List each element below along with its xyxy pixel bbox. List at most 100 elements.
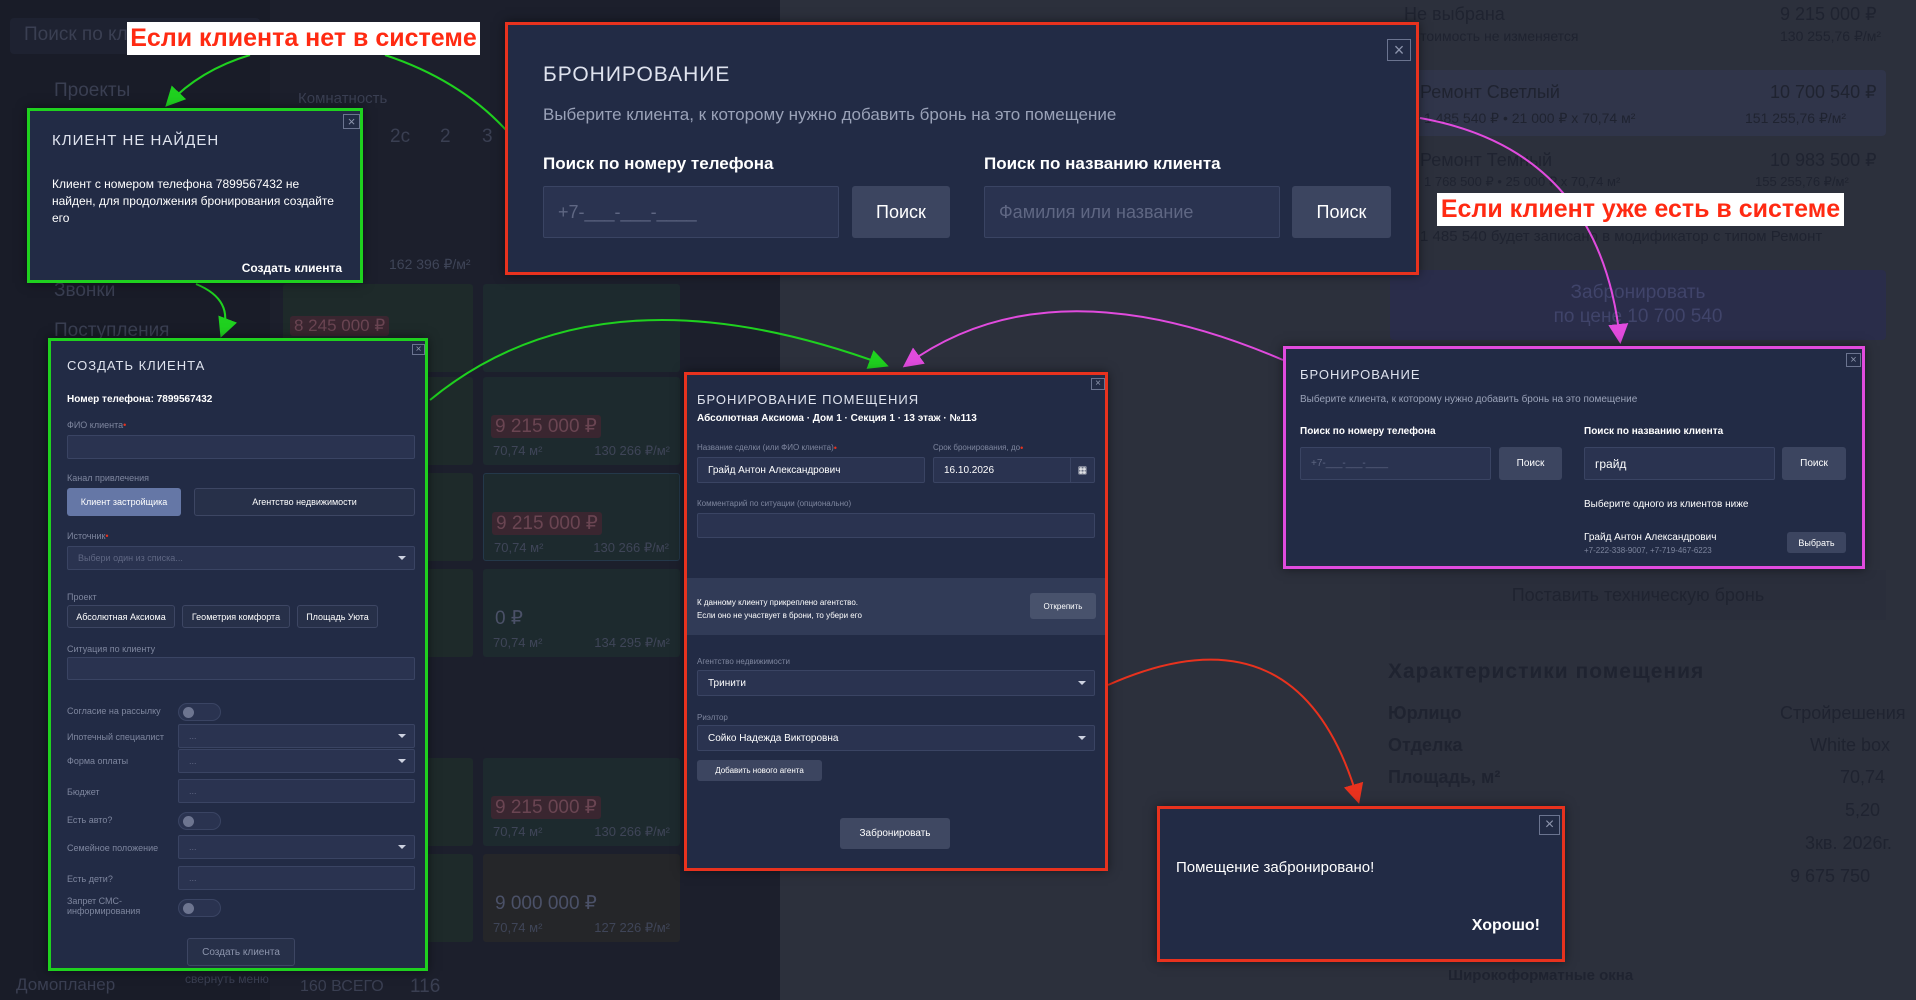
finish-sub: Стоимость не изменяется xyxy=(1410,28,1579,44)
total-count: 160 ВСЕГО xyxy=(300,978,384,995)
project-chip[interactable]: Геометрия комфорта xyxy=(182,605,290,628)
phone-search-input[interactable]: +7-___-___-____ xyxy=(543,186,839,238)
sms-ban-toggle[interactable] xyxy=(178,899,221,917)
tech-book-button[interactable]: Поставить техническую бронь xyxy=(1390,570,1886,620)
success-message: Помещение забронировано! xyxy=(1176,859,1375,876)
finish-name: Не выбрана xyxy=(1404,4,1505,24)
name-search-button[interactable]: Поиск xyxy=(1292,186,1391,238)
project-chip[interactable]: Абсолютная Аксиома xyxy=(67,605,175,628)
marital-status-select[interactable]: ... xyxy=(178,835,415,859)
date-input[interactable]: 16.10.2026 ▦ xyxy=(933,457,1095,483)
field-label: Форма оплаты xyxy=(67,756,129,766)
finish-sub: 1 768 500 ₽ • 25 000 ₽ x 70,74 м² xyxy=(1424,174,1621,189)
close-icon[interactable]: × xyxy=(343,114,360,129)
rooms-filter-2c[interactable]: 2с xyxy=(390,126,410,148)
rooms-filter-3[interactable]: 3 xyxy=(482,126,493,148)
phone-search-heading: Поиск по номеру телефона xyxy=(1300,426,1436,437)
unit-tile[interactable] xyxy=(483,284,680,372)
sidebar-item-projects[interactable]: Проекты xyxy=(54,80,130,102)
fio-input[interactable] xyxy=(67,435,415,459)
mortgage-specialist-select[interactable]: ... xyxy=(178,724,415,748)
rooms-filter-2[interactable]: 2 xyxy=(440,126,451,148)
book-button[interactable]: Забронировать xyxy=(840,818,950,849)
unit-tile[interactable]: 9 215 000 ₽ 70,74 м² 130 266 ₽/м² xyxy=(483,377,680,465)
select-value: Сойко Надежда Викторовна xyxy=(708,732,839,744)
name-search-heading: Поиск по названию клиента xyxy=(984,154,1221,173)
add-agent-button[interactable]: Добавить нового агента xyxy=(697,760,822,781)
collapse-menu[interactable]: свернуть меню xyxy=(185,972,269,986)
name-search-input[interactable]: Фамилия или название xyxy=(984,186,1280,238)
deal-name-input[interactable]: Грайд Антон Александрович xyxy=(697,457,925,483)
finish-name: Ремонт Темный xyxy=(1420,150,1553,170)
tile-area: 70,74 м² xyxy=(493,920,543,935)
unit-tile[interactable] xyxy=(483,662,680,750)
phone-line: Номер телефона: 7899567432 xyxy=(67,394,212,405)
close-icon[interactable]: × xyxy=(412,344,425,355)
comment-textarea[interactable] xyxy=(697,513,1095,538)
tile-price: 8 245 000 ₽ xyxy=(290,316,390,336)
close-icon[interactable]: × xyxy=(1387,39,1411,61)
notice-line: Если оно не участвует в брони, то убери … xyxy=(697,611,862,620)
sidebar-item-calls[interactable]: Звонки xyxy=(54,280,115,302)
has-children-input[interactable]: ... xyxy=(178,866,415,890)
newsletter-toggle[interactable] xyxy=(178,703,221,721)
close-icon[interactable]: × xyxy=(1091,378,1105,390)
source-placeholder: Выбери один из списка... xyxy=(78,553,183,563)
unit-tile[interactable]: 0 ₽ 70,74 м² 134 295 ₽/м² xyxy=(483,569,680,657)
not-found-message: Клиент с номером телефона 7899567432 не … xyxy=(52,177,334,225)
project-chip[interactable]: Площадь Уюта xyxy=(297,605,378,628)
choose-client-button[interactable]: Выбрать xyxy=(1787,532,1846,553)
finish-name: Ремонт Светлый xyxy=(1420,82,1560,102)
source-select[interactable]: Выбери один из списка... xyxy=(67,546,415,570)
name-search-button[interactable]: Поиск xyxy=(1782,447,1846,480)
phone-search-input[interactable]: +7-___-___-____ xyxy=(1300,447,1491,480)
book-button-bg[interactable]: Забронировать по цене 10 700 540 xyxy=(1390,270,1886,340)
phone-search-button[interactable]: Поиск xyxy=(1499,447,1562,480)
specs-title: Характеристики помещения xyxy=(1388,660,1705,683)
close-icon[interactable]: × xyxy=(1846,353,1861,367)
spec-value: 70,74 xyxy=(1840,767,1886,787)
ok-button[interactable]: Хорошо! xyxy=(1472,917,1540,935)
modal-title: БРОНИРОВАНИЕ xyxy=(543,63,731,86)
has-car-toggle[interactable] xyxy=(178,812,221,830)
phone-search-heading: Поиск по номеру телефона xyxy=(543,154,774,173)
finish-sub: 1 485 540 ₽ • 21 000 ₽ x 70,74 м² xyxy=(1424,110,1636,126)
detach-button[interactable]: Открепить xyxy=(1030,593,1096,619)
tile-price: 9 215 000 ₽ xyxy=(491,796,601,819)
calendar-icon[interactable]: ▦ xyxy=(1070,458,1094,482)
channel-agency-button[interactable]: Агентство недвижимости xyxy=(194,488,415,516)
choose-hint: Выберите одного из клиентов ниже xyxy=(1584,499,1749,510)
payment-form-select[interactable]: ... xyxy=(178,749,415,773)
unit-subtitle: Абсолютная Аксиома · Дом 1 · Секция 1 · … xyxy=(697,413,977,424)
unit-tile-selected[interactable]: 9 215 000 ₽ 70,74 м² 130 266 ₽/м² xyxy=(483,473,680,561)
phone-search-button[interactable]: Поиск xyxy=(852,186,950,238)
spec-value: 5,20 xyxy=(1845,800,1881,820)
booking-search-modal: × БРОНИРОВАНИЕ Выберите клиента, к котор… xyxy=(505,22,1419,275)
agency-notice-text: К данному клиенту прикреплено агентство.… xyxy=(697,596,862,622)
unit-tile[interactable]: 9 215 000 ₽ 70,74 м² 130 266 ₽/м² xyxy=(483,758,680,846)
channel-developer-button[interactable]: Клиент застройщика xyxy=(67,488,181,516)
situation-textarea[interactable] xyxy=(67,657,415,680)
modal-title: БРОНИРОВАНИЕ xyxy=(1300,367,1421,382)
finish-ppm: 155 255,76 ₽/м² xyxy=(1755,174,1849,189)
close-icon[interactable]: × xyxy=(1539,815,1560,835)
chevron-down-icon xyxy=(398,759,406,763)
tech-book-label: Поставить техническую бронь xyxy=(1511,584,1765,605)
realtor-select[interactable]: Сойко Надежда Викторовна xyxy=(697,725,1095,751)
budget-input[interactable]: ... xyxy=(178,779,415,803)
agency-select[interactable]: Тринити xyxy=(697,670,1095,696)
tile-ppm: 127 226 ₽/м² xyxy=(594,920,670,935)
booking-client-found-modal: × БРОНИРОВАНИЕ Выберите клиента, к котор… xyxy=(1283,346,1865,569)
create-client-button[interactable]: Создать клиента xyxy=(187,938,295,966)
create-client-link[interactable]: Создать клиента xyxy=(242,261,342,275)
fio-label: ФИО клиента xyxy=(67,420,126,430)
book-button-sub: по цене 10 700 540 xyxy=(1553,306,1723,327)
feature-label: Широкоформатные окна xyxy=(1448,967,1634,984)
spec-value: White box xyxy=(1810,735,1891,755)
select-value: ... xyxy=(189,842,197,852)
agency-notice: К данному клиенту прикреплено агентство.… xyxy=(687,578,1105,635)
modifier-note: 1 485 540 будет записано в модификатор с… xyxy=(1420,228,1823,245)
unit-tile[interactable]: 9 000 000 ₽ 70,74 м² 127 226 ₽/м² xyxy=(483,854,680,942)
name-search-input[interactable]: грайд xyxy=(1584,447,1775,480)
modal-subtitle: Выберите клиента, к которому нужно добав… xyxy=(1300,394,1638,405)
